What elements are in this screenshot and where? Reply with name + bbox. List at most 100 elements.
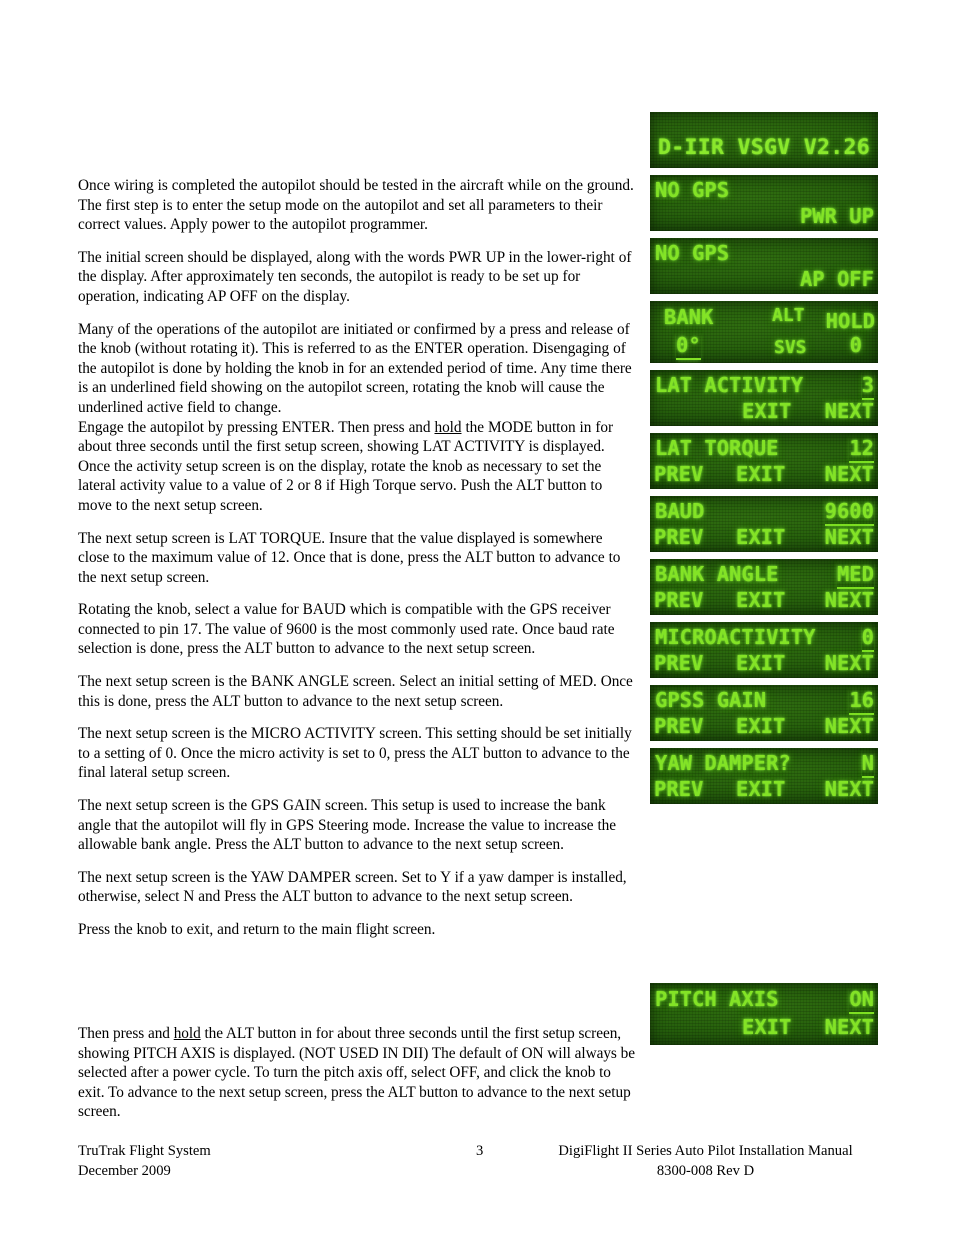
paragraph-press-knob-exit: Press the knob to exit, and return to th… (78, 921, 436, 938)
lcd-setting-label: YAW DAMPER? (655, 751, 791, 775)
footer-row-bottom: December 2009 8300-008 Rev D (78, 1162, 878, 1182)
lcd-button-prev[interactable]: PREV (654, 461, 703, 487)
lcd-screen-yaw-damper: YAW DAMPER? N PREV EXIT NEXT (650, 748, 878, 804)
lcd-row-2: EXIT NEXT (650, 1014, 878, 1040)
lcd-button-next[interactable]: NEXT (825, 776, 874, 802)
lcd-setting-value: 16 (849, 687, 874, 715)
lcd-screen-baud: BAUD 9600 PREV EXIT NEXT (650, 496, 878, 552)
lcd-row-1: MICROACTIVITY 0 (650, 624, 878, 652)
lcd-screen-pitch-axis: PITCH AXIS ON EXIT NEXT (650, 983, 878, 1045)
lcd-mode-status: PWR UP (799, 204, 874, 228)
lcd-setting-value: ON (849, 986, 874, 1014)
lcd-button-prev[interactable]: PREV (654, 524, 703, 550)
lcd-setting-value-field: N (861, 750, 874, 778)
lcd-row-1: PITCH AXIS ON (650, 986, 878, 1014)
footer-row-top: TruTrak Flight System 3 DigiFlight II Se… (78, 1142, 878, 1162)
lcd-row-1: NO GPS (650, 240, 878, 266)
lcd-button-prev[interactable]: PREV (654, 587, 703, 613)
lcd-setting-value: 12 (849, 435, 874, 463)
lcd-button-exit[interactable]: EXIT (736, 713, 785, 739)
lcd-button-row: PREV EXIT NEXT (650, 587, 878, 613)
lcd-button-next[interactable]: NEXT (825, 1014, 874, 1040)
lcd-setting-value-field: 16 (849, 687, 874, 715)
lcd-button-prev[interactable]: PREV (654, 776, 703, 802)
lcd-button-next[interactable]: NEXT (825, 524, 874, 550)
lcd-button-next[interactable]: NEXT (825, 587, 874, 613)
lcd-button-exit[interactable]: EXIT (736, 587, 785, 613)
lcd-button-next[interactable]: NEXT (825, 398, 874, 424)
lcd-setting-value: 3 (861, 372, 874, 400)
paragraph-wiring-intro: Once wiring is completed the autopilot s… (78, 177, 634, 234)
lcd-row-2: AP OFF (650, 266, 878, 292)
lcd-screen-gpss-gain: GPSS GAIN 16 PREV EXIT NEXT (650, 685, 878, 741)
lcd-button-row: PREV EXIT NEXT (650, 776, 878, 802)
lcd-row-2: PREV EXIT NEXT (650, 587, 878, 613)
lcd-row-1: YAW DAMPER? N (650, 750, 878, 778)
paragraph-enter-operation: Many of the operations of the autopilot … (78, 320, 632, 416)
lcd-pitch-axis-group: PITCH AXIS ON EXIT NEXT (650, 983, 878, 1052)
lcd-button-row: EXIT NEXT (650, 1014, 878, 1040)
lcd-row-2: PREV EXIT NEXT (650, 461, 878, 487)
lcd-button-row: PREV EXIT NEXT (650, 650, 878, 676)
lcd-row-1: BANK ANGLE MED (650, 561, 878, 589)
lcd-button-next[interactable]: NEXT (825, 650, 874, 676)
lcd-screen-lat-activity: LAT ACTIVITY 3 EXIT NEXT (650, 370, 878, 426)
footer-doc-number: 8300-008 Rev D (656, 1162, 755, 1179)
lcd-row-2: EXIT NEXT (650, 398, 878, 424)
lcd-row-1: NO GPS (650, 177, 878, 203)
paragraph-micro-activity: The next setup screen is the MICRO ACTIV… (78, 725, 632, 782)
lcd-setting-label: BAUD (655, 499, 705, 523)
lcd-button-row: EXIT NEXT (650, 398, 878, 424)
lcd-row-2: 0° SVS 0 (650, 332, 878, 360)
lcd-screen-version-banner: D-IIR VSGV V2.26 (650, 112, 878, 168)
paragraph-baud: Rotating the knob, select a value for BA… (78, 601, 615, 658)
lcd-setting-label: GPSS GAIN (655, 688, 767, 712)
lcd-button-exit[interactable]: EXIT (736, 650, 785, 676)
lcd-screen-ap-off: NO GPS AP OFF (650, 238, 878, 294)
lcd-button-next[interactable]: NEXT (825, 461, 874, 487)
lcd-hold-label: HOLD (825, 309, 875, 333)
engage-hold-emphasis: hold (434, 418, 462, 436)
lcd-banner-text: D-IIR VSGV V2.26 (658, 135, 870, 160)
lcd-bank-value: 0° (676, 332, 701, 360)
lcd-button-exit[interactable]: EXIT (736, 776, 785, 802)
lcd-button-exit[interactable]: EXIT (742, 1014, 791, 1040)
lcd-button-exit[interactable]: EXIT (742, 398, 791, 424)
paragraph-initial-screen: The initial screen should be displayed, … (78, 248, 632, 305)
manual-page: Once wiring is completed the autopilot s… (0, 0, 954, 1235)
lcd-svs-value: 0 (849, 333, 862, 357)
lcd-row-1: BAUD 9600 (650, 498, 878, 526)
pitch-hold-emphasis: hold (173, 1025, 201, 1042)
page-footer: TruTrak Flight System 3 DigiFlight II Se… (78, 1142, 878, 1190)
lcd-row-2: PREV EXIT NEXT (650, 776, 878, 802)
lcd-setting-label: BANK ANGLE (655, 562, 779, 586)
lcd-setting-value-field: 9600 (824, 498, 874, 526)
lcd-mode-status: AP OFF (799, 267, 874, 291)
pitch-text-pre: Then press and (78, 1025, 174, 1042)
lcd-setting-value-field: 3 (861, 372, 874, 400)
paragraph-bank-angle: The next setup screen is the BANK ANGLE … (78, 673, 633, 710)
lcd-button-prev[interactable]: PREV (654, 713, 703, 739)
lcd-row-1: GPSS GAIN 16 (650, 687, 878, 715)
lcd-row-2: PREV EXIT NEXT (650, 650, 878, 676)
lcd-button-prev[interactable]: PREV (654, 650, 703, 676)
lcd-setting-value-field: ON (849, 986, 874, 1014)
lcd-screen-flight-status: BANK ALT HOLD 0° SVS 0 (650, 301, 878, 363)
lcd-bank-value-field: 0° (676, 332, 701, 360)
lcd-button-exit[interactable]: EXIT (736, 461, 785, 487)
lcd-row-1: LAT ACTIVITY 3 (650, 372, 878, 400)
lcd-row-1: LAT TORQUE 12 (650, 435, 878, 463)
lcd-setting-label: LAT TORQUE (655, 436, 779, 460)
lcd-screenshot-column: D-IIR VSGV V2.26 NO GPS PWR UP NO GPS AP… (650, 112, 878, 811)
lcd-row-2: PWR UP (650, 203, 878, 229)
lcd-button-next[interactable]: NEXT (825, 713, 874, 739)
lcd-setting-value: 0 (861, 624, 874, 652)
paragraph-yaw-damper: The next setup screen is the YAW DAMPER … (78, 868, 627, 906)
paragraph-gps-gain: The next setup screen is the GPS GAIN sc… (78, 797, 616, 854)
lcd-gps-status: NO GPS (655, 178, 730, 202)
lcd-row-2: PREV EXIT NEXT (650, 713, 878, 739)
lcd-button-exit[interactable]: EXIT (736, 524, 785, 550)
lcd-bank-label: BANK (664, 305, 714, 329)
paragraph-lat-torque: The next setup screen is LAT TORQUE. Ins… (78, 529, 621, 586)
lcd-screen-bank-angle: BANK ANGLE MED PREV EXIT NEXT (650, 559, 878, 615)
